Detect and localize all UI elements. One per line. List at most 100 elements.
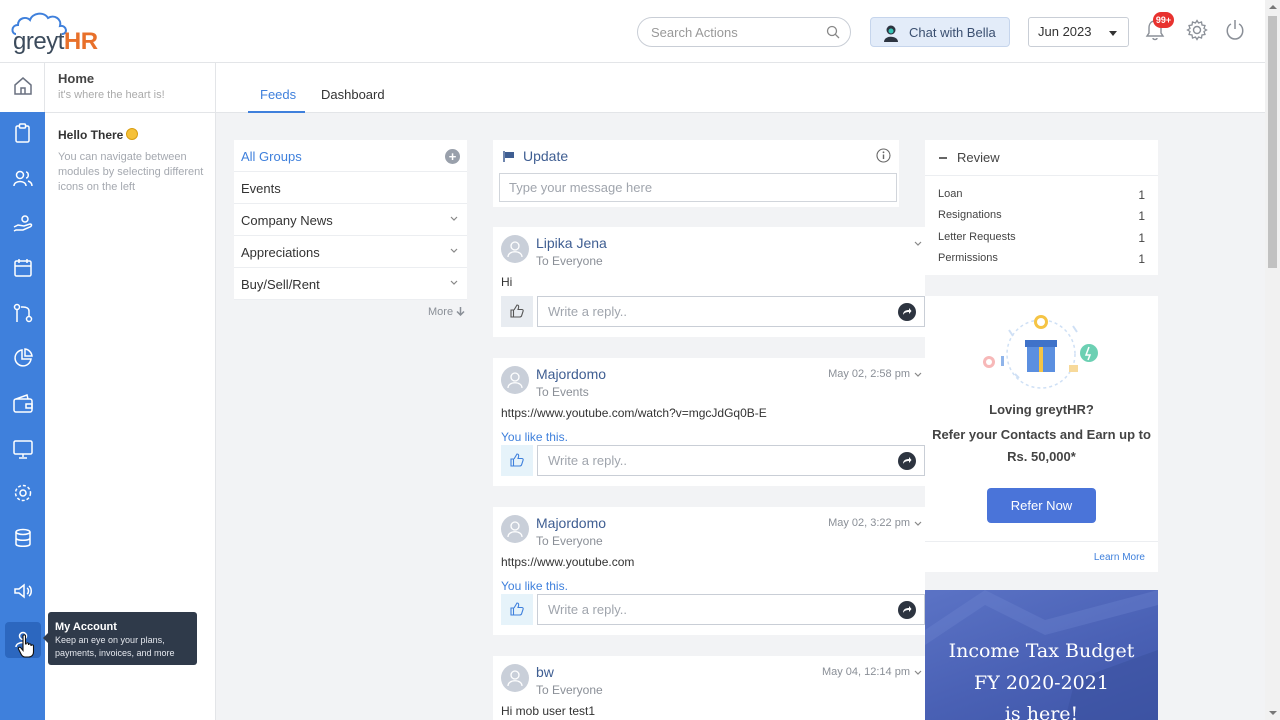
review-title: Review [957, 150, 1000, 165]
wallet-icon[interactable] [12, 393, 34, 415]
thumbs-up-icon [510, 602, 524, 616]
bella-avatar-icon [884, 25, 898, 42]
post-audience: To Everyone [536, 534, 603, 548]
post-author[interactable]: Lipika Jena [536, 235, 607, 251]
tooltip-arrow [43, 633, 48, 643]
thumbs-up-icon [510, 453, 524, 467]
workflow-icon[interactable] [12, 302, 34, 324]
my-account-tooltip: My Account Keep an eye on your plans, pa… [43, 612, 197, 665]
user-avatar [501, 235, 529, 263]
review-row[interactable]: Permissions 1 [938, 252, 1145, 266]
reply-input[interactable] [538, 595, 878, 624]
review-row[interactable]: Letter Requests 1 [938, 231, 1145, 245]
post-options-chevron-icon[interactable] [914, 372, 922, 377]
post-author[interactable]: Majordomo [536, 366, 606, 382]
update-composer: Update [493, 140, 899, 207]
top-header: greytHR Chat with Bella Jun 2023 99+ [0, 0, 1265, 63]
tab-dashboard[interactable]: Dashboard [321, 87, 385, 102]
income-tax-banner[interactable]: Income Tax Budget FY 2020-2021 is here! [925, 590, 1158, 720]
post-body[interactable]: https://www.youtube.com/watch?v=mgcJdGq0… [501, 406, 767, 420]
group-label: All Groups [241, 149, 302, 164]
review-row-label: Loan [938, 188, 963, 200]
update-message-input[interactable] [499, 173, 897, 202]
people-icon[interactable] [12, 168, 34, 190]
like-button[interactable] [501, 594, 533, 625]
post-likes[interactable]: You like this. [501, 579, 568, 593]
more-groups-link[interactable]: More [428, 306, 465, 318]
settings-gear-icon[interactable] [1186, 19, 1208, 41]
reply-box [537, 296, 925, 327]
group-item-events[interactable]: Events [234, 172, 467, 204]
info-icon[interactable] [876, 148, 891, 163]
post-options-chevron-icon[interactable] [914, 670, 922, 675]
scroll-up-arrow-icon[interactable] [1269, 5, 1277, 9]
group-label: Events [241, 181, 281, 196]
tooltip-description: Keep an eye on your plans, payments, inv… [55, 635, 175, 658]
add-group-icon[interactable]: + [445, 149, 460, 164]
send-reply-icon[interactable] [898, 601, 916, 619]
group-item-company-news[interactable]: Company News [234, 204, 467, 236]
reply-input[interactable] [538, 297, 878, 326]
search-input[interactable] [638, 18, 808, 46]
feed-post: Lipika Jena To Everyone Hi [493, 227, 925, 337]
active-tab-indicator [248, 111, 305, 113]
thumbs-up-icon [510, 304, 524, 318]
group-item-appreciations[interactable]: Appreciations [234, 236, 467, 268]
hand-coins-icon[interactable] [12, 213, 34, 235]
learn-more-link[interactable]: Learn More [1094, 552, 1145, 563]
search-icon[interactable] [826, 25, 840, 39]
post-options-chevron-icon[interactable] [914, 241, 922, 246]
review-row-label: Permissions [938, 252, 998, 264]
review-row-count: 1 [1138, 188, 1145, 202]
like-button[interactable] [501, 445, 533, 476]
monitor-icon[interactable] [12, 438, 34, 460]
group-item-all-groups[interactable]: All Groups + [234, 140, 467, 172]
tab-bar: Feeds Dashboard [216, 63, 1265, 113]
clipboard-icon[interactable] [12, 122, 34, 144]
calendar-icon[interactable] [12, 257, 34, 279]
more-label: More [428, 306, 454, 318]
pie-chart-icon[interactable] [12, 347, 34, 369]
user-avatar [501, 366, 529, 394]
like-button[interactable] [501, 296, 533, 327]
refer-question: Loving greytHR? [989, 402, 1094, 417]
database-icon[interactable] [12, 527, 34, 549]
group-label: Buy/Sell/Rent [241, 277, 320, 292]
reply-box [537, 594, 925, 625]
scroll-down-arrow-icon[interactable] [1269, 711, 1277, 715]
post-author[interactable]: bw [536, 664, 554, 680]
post-author[interactable]: Majordomo [536, 515, 606, 531]
update-title: Update [523, 148, 569, 164]
megaphone-icon[interactable] [12, 580, 34, 602]
chat-with-bella-button[interactable]: Chat with Bella [870, 17, 1010, 47]
review-header[interactable]: Review [925, 140, 1158, 176]
post-options-chevron-icon[interactable] [914, 521, 922, 526]
arrow-down-icon [456, 307, 465, 317]
tab-feeds[interactable]: Feeds [260, 87, 296, 102]
reply-input[interactable] [538, 446, 878, 475]
scrollbar-thumb[interactable] [1268, 16, 1277, 268]
module-header: Home it's where the heart is! [45, 63, 216, 113]
post-likes[interactable]: You like this. [501, 430, 568, 444]
review-row[interactable]: Loan 1 [938, 188, 1145, 202]
month-selector[interactable]: Jun 2023 [1028, 17, 1129, 47]
send-reply-icon[interactable] [898, 303, 916, 321]
logout-power-icon[interactable] [1225, 19, 1245, 41]
send-reply-icon[interactable] [898, 452, 916, 470]
greythr-logo[interactable]: greytHR [10, 10, 110, 56]
feed-post: Majordomo To Events May 02, 2:58 pm http… [493, 358, 925, 486]
settings-cog-icon[interactable] [12, 482, 34, 504]
review-row[interactable]: Resignations 1 [938, 209, 1145, 223]
hand-cursor-icon [17, 634, 35, 658]
divider [925, 541, 1158, 542]
collapse-minus-icon[interactable] [939, 157, 947, 159]
post-body[interactable]: https://www.youtube.com [501, 555, 634, 569]
greeting: Hello There [58, 128, 139, 142]
refer-offer: Refer your Contacts and Earn up to Rs. 50… [925, 424, 1158, 468]
refer-now-button[interactable]: Refer Now [987, 488, 1096, 523]
home-icon[interactable] [12, 75, 34, 97]
refer-offer-amount: Rs. 50,000* [1007, 449, 1076, 464]
group-item-buy-sell-rent[interactable]: Buy/Sell/Rent [234, 268, 467, 300]
page-scrollbar[interactable] [1265, 0, 1280, 720]
refer-offer-line1: Refer your Contacts and Earn up to [932, 427, 1151, 442]
